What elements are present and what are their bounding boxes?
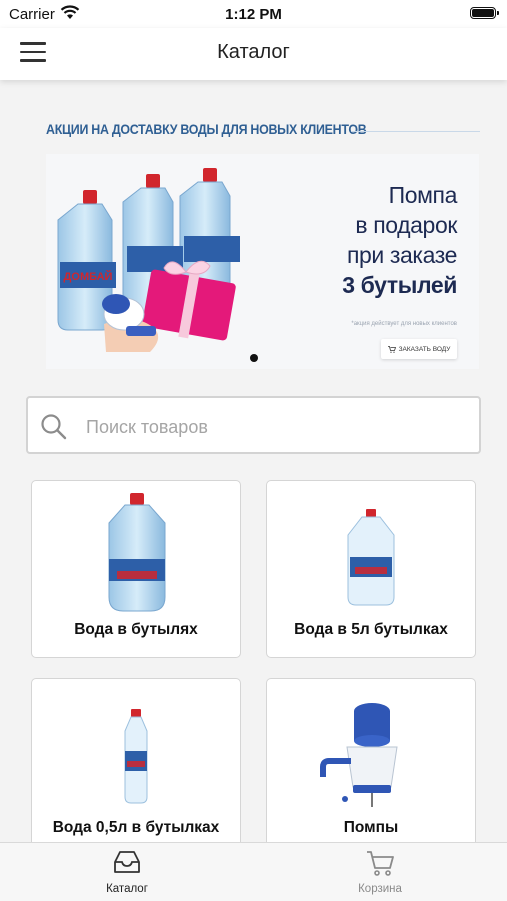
clock: 1:12 PM — [225, 6, 282, 23]
search-input[interactable] — [84, 412, 468, 442]
battery-icon — [470, 7, 499, 19]
promo-heading: АКЦИИ НА ДОСТАВКУ ВОДЫ ДЛЯ НОВЫХ КЛИЕНТО… — [46, 122, 367, 137]
category-tile-pumps[interactable]: Помпы — [266, 678, 476, 842]
category-tile-5l-bottles[interactable]: Вода в 5л бутылках — [266, 480, 476, 658]
category-label: Помпы — [343, 819, 399, 836]
promo-line-2: в подарок — [355, 212, 457, 238]
promo-line-4: 3 бутылей — [342, 272, 457, 298]
brand-label: ДОМБАЙ — [64, 270, 113, 283]
cart-small-icon — [387, 345, 396, 353]
search-box[interactable] — [26, 396, 481, 454]
small-bottle-icon — [124, 709, 148, 804]
promo-text: Помпа в подарок при заказе 3 бутылей — [342, 180, 457, 300]
promo-divider — [351, 131, 480, 132]
category-label: Вода 0,5л в бутылках — [52, 819, 220, 836]
category-label: Вода в 5л бутылках — [294, 621, 448, 638]
catalog-content[interactable]: АКЦИИ НА ДОСТАВКУ ВОДЫ ДЛЯ НОВЫХ КЛИЕНТО… — [0, 80, 507, 842]
search-icon — [41, 414, 67, 440]
page-title: Каталог — [217, 41, 290, 63]
promo-banner[interactable]: ДОМБАЙ Помпа в подарок при заказе 3 буты… — [46, 154, 479, 369]
tab-bar: Каталог Корзина — [0, 842, 507, 901]
tab-catalog[interactable]: Каталог — [0, 843, 254, 901]
carousel-page-indicator[interactable] — [250, 354, 258, 362]
five-liter-bottle-icon — [347, 509, 395, 606]
water-cooler-bottle-icon — [108, 493, 166, 612]
tab-cart[interactable]: Корзина — [253, 843, 507, 901]
promo-line-3: при заказе — [346, 242, 457, 268]
promo-note: *акция действует для новых клиентов — [351, 321, 457, 327]
catalog-inbox-icon — [114, 851, 140, 873]
status-bar: Carrier 1:12 PM — [0, 0, 507, 28]
cart-icon — [367, 851, 394, 876]
order-water-button[interactable]: ЗАКАЗАТЬ ВОДУ — [381, 339, 457, 359]
category-label: Вода в бутылях — [74, 621, 198, 638]
promo-heading-row: АКЦИИ НА ДОСТАВКУ ВОДЫ ДЛЯ НОВЫХ КЛИЕНТО… — [46, 122, 480, 142]
bottles-gift-illustration: ДОМБАЙ — [57, 168, 240, 352]
water-pump-icon — [320, 703, 398, 807]
promo-line-1: Помпа — [388, 182, 458, 208]
tab-label: Каталог — [106, 883, 148, 895]
tab-label: Корзина — [358, 883, 402, 895]
category-tile-05l-bottles[interactable]: Вода 0,5л в бутылках — [31, 678, 241, 842]
category-tile-water-bottles[interactable]: Вода в бутылях — [31, 480, 241, 658]
navigation-bar: Каталог — [0, 28, 507, 80]
order-water-label: ЗАКАЗАТЬ ВОДУ — [398, 345, 451, 353]
